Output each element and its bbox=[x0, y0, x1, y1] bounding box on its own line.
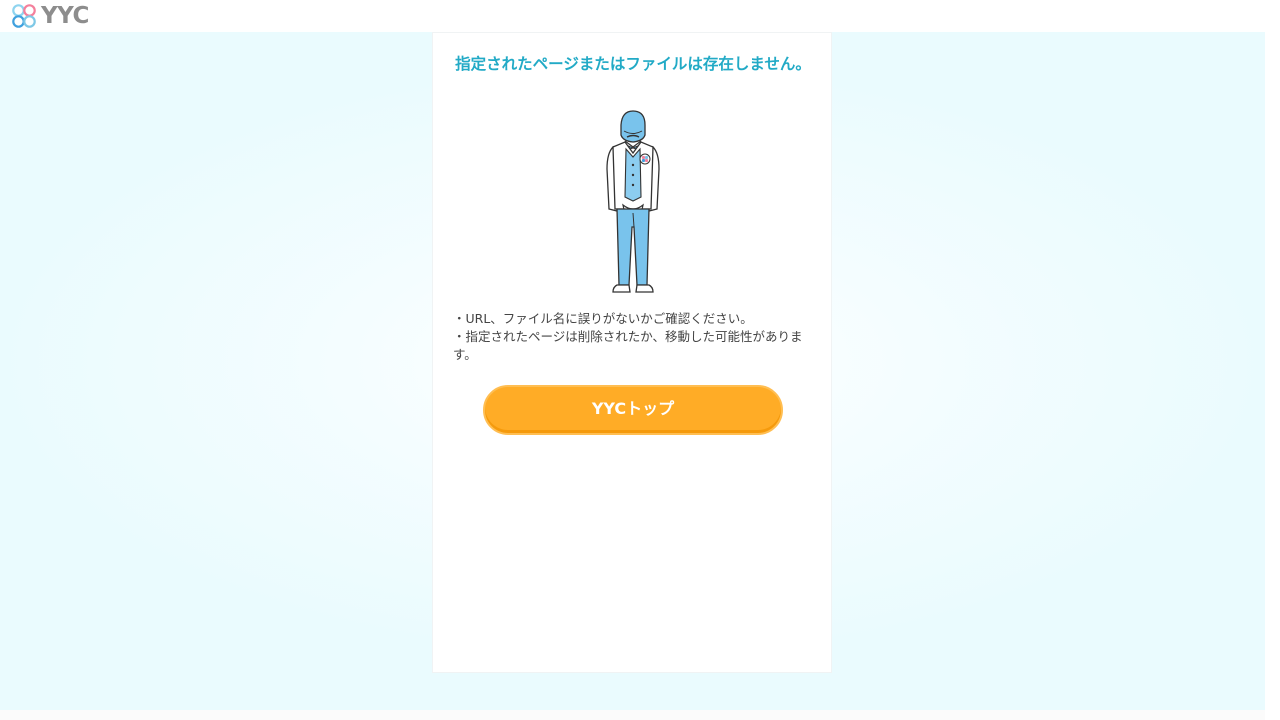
page: YYC 指定されたページまたはファイルは存在しません。 ・URL、ファイル名に誤… bbox=[0, 0, 1265, 720]
logo-text: YYC bbox=[41, 3, 89, 29]
yyc-top-button[interactable]: YYCトップ bbox=[483, 385, 783, 435]
header: YYC bbox=[0, 0, 1265, 32]
footer-strip bbox=[0, 710, 1265, 720]
message-line: ・指定されたページは削除されたか、移動した可能性があります。 bbox=[453, 329, 803, 362]
bowing-man-illustration bbox=[606, 110, 660, 293]
clover-logo-icon bbox=[12, 4, 36, 28]
error-messages: ・URL、ファイル名に誤りがないかご確認ください。 ・指定されたページは削除され… bbox=[453, 310, 813, 364]
message-line: ・URL、ファイル名に誤りがないかご確認ください。 bbox=[453, 311, 753, 326]
error-card: 指定されたページまたはファイルは存在しません。 ・URL、ファイル名に誤りがない… bbox=[432, 32, 832, 673]
yyc-logo[interactable]: YYC bbox=[11, 3, 89, 29]
error-title: 指定されたページまたはファイルは存在しません。 bbox=[455, 55, 811, 73]
